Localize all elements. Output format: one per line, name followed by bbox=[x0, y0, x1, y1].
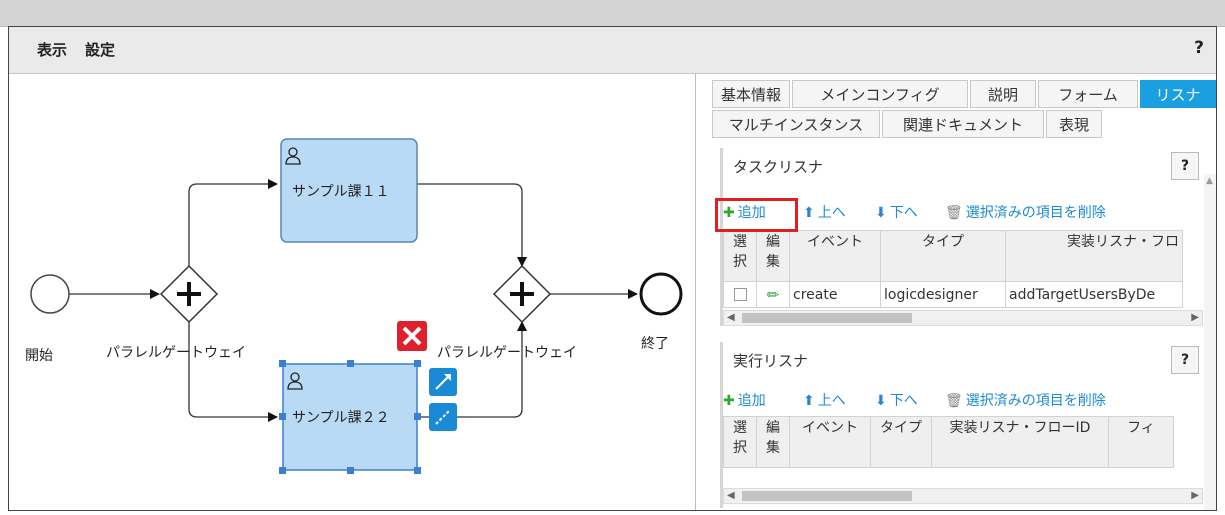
arrow-up-icon: ⬆ bbox=[803, 205, 815, 221]
col-impl[interactable]: 実装リスナ・フローID bbox=[931, 416, 1109, 468]
move-down-button[interactable]: ⬇ 下へ bbox=[875, 202, 918, 222]
tab-main-config[interactable]: メインコンフィグ bbox=[792, 80, 968, 108]
process-canvas[interactable]: 開始 終了 パラレルゲートウェイ パラレルゲートウェイ サンプル課１１ サンプル… bbox=[9, 74, 695, 510]
table-row[interactable]: ✏ create logicdesigner addTargetUsersByD… bbox=[723, 281, 1183, 308]
table-header-row: 選択 編集 イベント タイプ 実装リスナ・フローID フィ bbox=[723, 416, 1174, 468]
task-listener-section: タスクリスナ ? ✚ 追加 ⬆ 上へ ⬇ 下へ 🗑 選択済みの項目を削除 選択 編集 イ… bbox=[720, 148, 1203, 326]
delete-icon[interactable] bbox=[397, 321, 427, 351]
cell-type: logicdesigner bbox=[880, 281, 1006, 308]
pencil-icon[interactable]: ✏ bbox=[756, 281, 790, 308]
exec-listener-help-button[interactable]: ? bbox=[1171, 346, 1199, 374]
exec-listener-section: 実行リスナ ? ✚ 追加 ⬆ 上へ ⬇ 下へ 🗑 選択済みの項目を削除 選択 編集 イベ… bbox=[720, 342, 1203, 508]
menu-bar: 表示 設定 ? bbox=[9, 27, 1216, 74]
task-listener-hscroll[interactable]: ◀ ▶ bbox=[723, 310, 1203, 326]
tab-form[interactable]: フォーム bbox=[1038, 80, 1138, 108]
plus-icon: ✚ bbox=[723, 205, 735, 221]
gateway2-label: パラレルゲートウェイ bbox=[437, 345, 577, 361]
exec-listener-toolbar: ✚ 追加 ⬆ 上へ ⬇ 下へ 🗑 選択済みの項目を削除 bbox=[723, 390, 1203, 412]
col-edit[interactable]: 編集 bbox=[756, 416, 790, 468]
table-header-row: 選択 編集 イベント タイプ 実装リスナ・フロ bbox=[723, 230, 1183, 282]
col-type[interactable]: タイプ bbox=[870, 416, 932, 468]
flow-gateway1-task2[interactable] bbox=[188, 322, 278, 422]
add-listener-button[interactable]: ✚ 追加 bbox=[723, 202, 766, 222]
user-task-2[interactable]: サンプル課２２ bbox=[279, 360, 421, 474]
col-select[interactable]: 選択 bbox=[723, 230, 757, 282]
trash-icon: 🗑 bbox=[945, 205, 963, 221]
row-checkbox[interactable] bbox=[723, 281, 757, 308]
arrow-up-icon: ⬆ bbox=[803, 393, 815, 409]
col-impl[interactable]: 実装リスナ・フロ bbox=[1005, 230, 1183, 282]
task-listener-help-button[interactable]: ? bbox=[1171, 152, 1199, 180]
trash-icon: 🗑 bbox=[945, 393, 963, 409]
start-event[interactable] bbox=[30, 274, 70, 314]
task1-label: サンプル課１１ bbox=[292, 184, 390, 200]
flow-gateway1-task1[interactable] bbox=[188, 179, 278, 266]
task-listener-table: 選択 編集 イベント タイプ 実装リスナ・フロ ✏ create logicde… bbox=[723, 230, 1183, 308]
add-listener-button[interactable]: ✚ 追加 bbox=[723, 390, 766, 410]
start-label: 開始 bbox=[25, 348, 53, 364]
connect-dashed-icon[interactable] bbox=[429, 403, 457, 431]
exec-listener-table: 選択 編集 イベント タイプ 実装リスナ・フローID フィ bbox=[723, 416, 1174, 468]
tab-related-docs[interactable]: 関連ドキュメント bbox=[882, 110, 1044, 138]
cell-event: create bbox=[789, 281, 881, 308]
parallel-gateway-2[interactable] bbox=[492, 264, 552, 324]
user-task-1[interactable]: サンプル課１１ bbox=[280, 138, 418, 243]
gateway1-label: パラレルゲートウェイ bbox=[106, 345, 246, 361]
menu-settings[interactable]: 設定 bbox=[85, 39, 115, 60]
col-event[interactable]: イベント bbox=[789, 230, 881, 282]
exec-listener-title: 実行リスナ bbox=[733, 352, 809, 370]
flow-task1-gateway2[interactable] bbox=[417, 183, 527, 267]
editor-frame: 表示 設定 ? 開始 終了 パラレルゲートウェイ パラレルゲートウェイ サンプル… bbox=[8, 26, 1217, 511]
end-event[interactable] bbox=[639, 272, 683, 316]
col-type[interactable]: タイプ bbox=[880, 230, 1006, 282]
tab-listener[interactable]: リスナ bbox=[1140, 80, 1216, 108]
tab-expression[interactable]: 表現 bbox=[1046, 110, 1102, 138]
window-title-strip bbox=[0, 0, 1225, 27]
move-down-button[interactable]: ⬇ 下へ bbox=[875, 390, 918, 410]
end-label: 終了 bbox=[641, 336, 669, 352]
arrow-down-icon: ⬇ bbox=[875, 393, 887, 409]
task2-label: サンプル課２２ bbox=[292, 410, 390, 426]
delete-selected-button[interactable]: 🗑 選択済みの項目を削除 bbox=[945, 390, 1106, 410]
tab-description[interactable]: 説明 bbox=[970, 80, 1036, 108]
delete-selected-button[interactable]: 🗑 選択済みの項目を削除 bbox=[945, 202, 1106, 222]
col-filter[interactable]: フィ bbox=[1108, 416, 1174, 468]
col-select[interactable]: 選択 bbox=[723, 416, 757, 468]
parallel-gateway-1[interactable] bbox=[159, 264, 219, 324]
tab-multi-instance[interactable]: マルチインスタンス bbox=[712, 110, 880, 138]
task-listener-title: タスクリスナ bbox=[733, 158, 824, 176]
exec-listener-hscroll[interactable]: ◀ ▶ bbox=[723, 488, 1203, 504]
move-up-button[interactable]: ⬆ 上へ bbox=[803, 202, 846, 222]
move-up-button[interactable]: ⬆ 上へ bbox=[803, 390, 846, 410]
cell-impl: addTargetUsersByDe bbox=[1005, 281, 1183, 308]
task-listener-toolbar: ✚ 追加 ⬆ 上へ ⬇ 下へ 🗑 選択済みの項目を削除 bbox=[723, 202, 1203, 224]
help-button[interactable]: ? bbox=[1194, 38, 1204, 58]
connect-arrow-icon[interactable] bbox=[429, 368, 457, 396]
panel-vscroll[interactable]: ▲ bbox=[1204, 174, 1216, 510]
arrow-down-icon: ⬇ bbox=[875, 205, 887, 221]
menu-view[interactable]: 表示 bbox=[37, 39, 67, 60]
col-edit[interactable]: 編集 bbox=[756, 230, 790, 282]
tab-basic-info[interactable]: 基本情報 bbox=[712, 80, 790, 108]
col-event[interactable]: イベント bbox=[789, 416, 871, 468]
properties-panel: 基本情報 メインコンフィグ 説明 フォーム リスナ マルチインスタンス 関連ドキ… bbox=[696, 74, 1216, 510]
plus-icon: ✚ bbox=[723, 393, 735, 409]
